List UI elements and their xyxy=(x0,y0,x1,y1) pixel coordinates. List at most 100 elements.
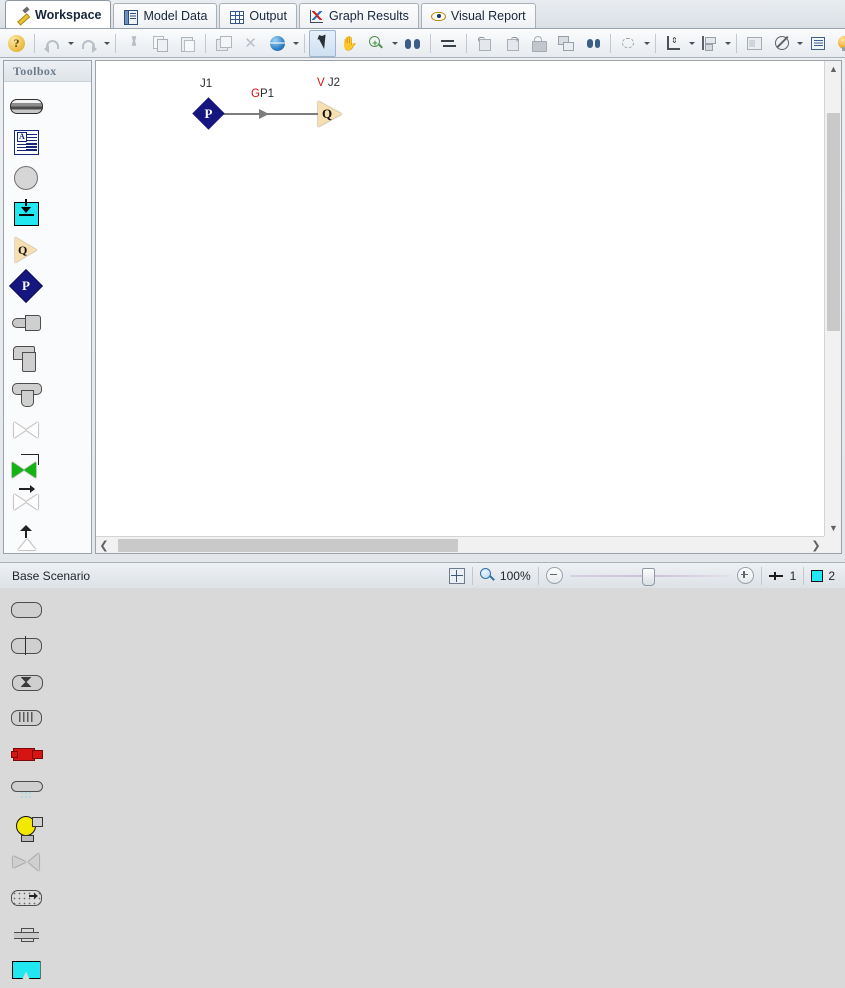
align-icon[interactable] xyxy=(696,30,723,57)
relief-valve-junction-tool[interactable] xyxy=(4,520,48,556)
align-dropdown-caret-icon[interactable] xyxy=(723,31,732,56)
volume-balance-junction-tool[interactable] xyxy=(4,916,48,952)
grid-icon xyxy=(229,9,245,24)
tee-junction-tool[interactable] xyxy=(4,376,48,412)
branch-junction-tool[interactable] xyxy=(4,160,48,196)
vertical-scrollbar-thumb[interactable] xyxy=(827,113,840,331)
screen-junction-tool[interactable] xyxy=(4,700,48,736)
status-separator xyxy=(471,566,473,585)
junction-j1-symbol[interactable]: P xyxy=(192,97,225,130)
positive-displacement-pump-tool[interactable] xyxy=(4,736,48,772)
tab-model-data[interactable]: Model Data xyxy=(113,3,218,28)
pipe-count-value: 1 xyxy=(789,568,797,583)
tab-output[interactable]: Output xyxy=(219,3,297,28)
polyline-dropdown-caret-icon[interactable] xyxy=(642,31,651,56)
assigned-pressure-junction-tool[interactable]: P xyxy=(4,268,48,304)
assigned-flow-junction-tool[interactable] xyxy=(4,232,48,268)
plus-circle-icon[interactable] xyxy=(736,567,754,584)
copy-icon[interactable] xyxy=(147,30,174,57)
pipe-p1-flow-arrow-icon xyxy=(259,109,269,119)
find-binoculars-icon[interactable] xyxy=(399,30,426,57)
scroll-left-arrow-icon[interactable]: ❮ xyxy=(96,537,112,554)
heat-exchanger-junction-tool[interactable] xyxy=(4,880,48,916)
redo-icon[interactable] xyxy=(75,30,102,57)
pipe-icon xyxy=(768,571,785,581)
panel-icon[interactable] xyxy=(741,30,768,57)
scale-axis-icon[interactable]: ⇕ xyxy=(660,30,687,57)
zoom-slider-thumb[interactable] xyxy=(641,568,655,586)
tab-workspace[interactable]: Workspace xyxy=(5,0,112,28)
toolbar-separator xyxy=(430,33,431,53)
control-valve-junction-tool[interactable] xyxy=(4,448,48,484)
paste-icon[interactable] xyxy=(174,30,201,57)
tab-graph-results[interactable]: Graph Results xyxy=(298,3,419,28)
venturi-junction-tool[interactable] xyxy=(4,664,48,700)
pipe-p1-label: GP1 xyxy=(251,88,274,100)
bring-forward-icon[interactable] xyxy=(498,30,525,57)
polyline-icon[interactable] xyxy=(615,30,642,57)
application-window: Workspace Model Data Output Graph Result… xyxy=(0,0,845,979)
junction-count: 2 xyxy=(811,569,835,583)
select-pointer-icon[interactable] xyxy=(309,29,336,57)
orifice-junction-tool[interactable] xyxy=(4,628,48,664)
general-component-junction-tool[interactable] xyxy=(4,592,48,628)
scrollbar-corner xyxy=(824,536,841,553)
junction-j2-label-text: J2 xyxy=(327,77,341,89)
cut-icon[interactable] xyxy=(120,30,147,57)
undo-icon[interactable] xyxy=(39,30,66,57)
eye-icon xyxy=(430,9,446,24)
pipe-count: 1 xyxy=(768,568,797,583)
junction-j1-label: J1 xyxy=(200,78,212,90)
notes-list-icon[interactable] xyxy=(804,30,831,57)
toolbox-grid: P xyxy=(4,82,91,988)
scroll-right-arrow-icon[interactable]: ❯ xyxy=(808,537,824,554)
junction-j2-symbol[interactable]: Q xyxy=(318,101,342,127)
status-bar: Base Scenario 100% 1 2 xyxy=(0,562,845,588)
scroll-up-arrow-icon[interactable]: ▲ xyxy=(825,61,842,77)
globe-icon[interactable] xyxy=(264,30,291,57)
find-object-icon[interactable] xyxy=(579,30,606,57)
horizontal-scrollbar[interactable]: ❮ ❯ xyxy=(96,536,824,553)
fit-to-window-icon[interactable] xyxy=(448,567,465,584)
redo-dropdown-caret-icon[interactable] xyxy=(102,31,111,56)
elbow-junction-tool[interactable] xyxy=(4,340,48,376)
tab-visual-report[interactable]: Visual Report xyxy=(420,3,536,28)
minus-circle-icon[interactable] xyxy=(545,567,563,584)
zoom-dropdown-caret-icon[interactable] xyxy=(390,31,399,56)
lock-icon[interactable] xyxy=(525,30,552,57)
group-icon[interactable] xyxy=(552,30,579,57)
workspace-canvas[interactable]: J1 GP1 V J2 P Q xyxy=(96,61,824,536)
annotation-tool[interactable] xyxy=(4,124,48,160)
horizontal-scrollbar-thumb[interactable] xyxy=(118,539,458,552)
jet-pump-junction-tool[interactable] xyxy=(4,844,48,880)
help-icon[interactable]: ? xyxy=(3,30,30,57)
duplicate-icon[interactable] xyxy=(210,30,237,57)
spray-discharge-junction-tool[interactable] xyxy=(4,772,48,808)
disable-icon[interactable] xyxy=(768,30,795,57)
tab-label: Visual Report xyxy=(450,9,526,23)
tank-junction-tool[interactable] xyxy=(4,196,48,232)
valve-junction-tool[interactable] xyxy=(4,412,48,448)
reverse-direction-icon[interactable] xyxy=(435,30,462,57)
zoom-slider[interactable] xyxy=(569,568,730,586)
reducer-junction-tool[interactable] xyxy=(4,304,48,340)
toolbar-separator xyxy=(466,33,467,53)
lightbulb-icon[interactable] xyxy=(831,30,845,57)
pump-junction-tool[interactable] xyxy=(4,808,48,844)
check-valve-junction-tool[interactable] xyxy=(4,484,48,520)
undo-dropdown-caret-icon[interactable] xyxy=(66,31,75,56)
zoom-level-label: 100% xyxy=(499,568,531,583)
scroll-down-arrow-icon[interactable]: ▼ xyxy=(825,520,842,536)
delete-icon[interactable]: ✕ xyxy=(237,30,264,57)
scale-axis-dropdown-caret-icon[interactable] xyxy=(687,31,696,56)
pipe-tool[interactable] xyxy=(4,88,48,124)
disable-dropdown-caret-icon[interactable] xyxy=(795,31,804,56)
toolbox-panel: Toolbox P xyxy=(3,60,92,979)
magnifier-icon xyxy=(479,568,495,583)
zoom-icon[interactable]: + xyxy=(363,30,390,57)
weir-junction-tool[interactable] xyxy=(4,952,48,988)
globe-dropdown-caret-icon[interactable] xyxy=(291,31,300,56)
send-backward-icon[interactable] xyxy=(471,30,498,57)
pan-hand-icon[interactable]: ✋ xyxy=(336,30,363,57)
vertical-scrollbar[interactable]: ▲ ▼ xyxy=(824,61,841,536)
